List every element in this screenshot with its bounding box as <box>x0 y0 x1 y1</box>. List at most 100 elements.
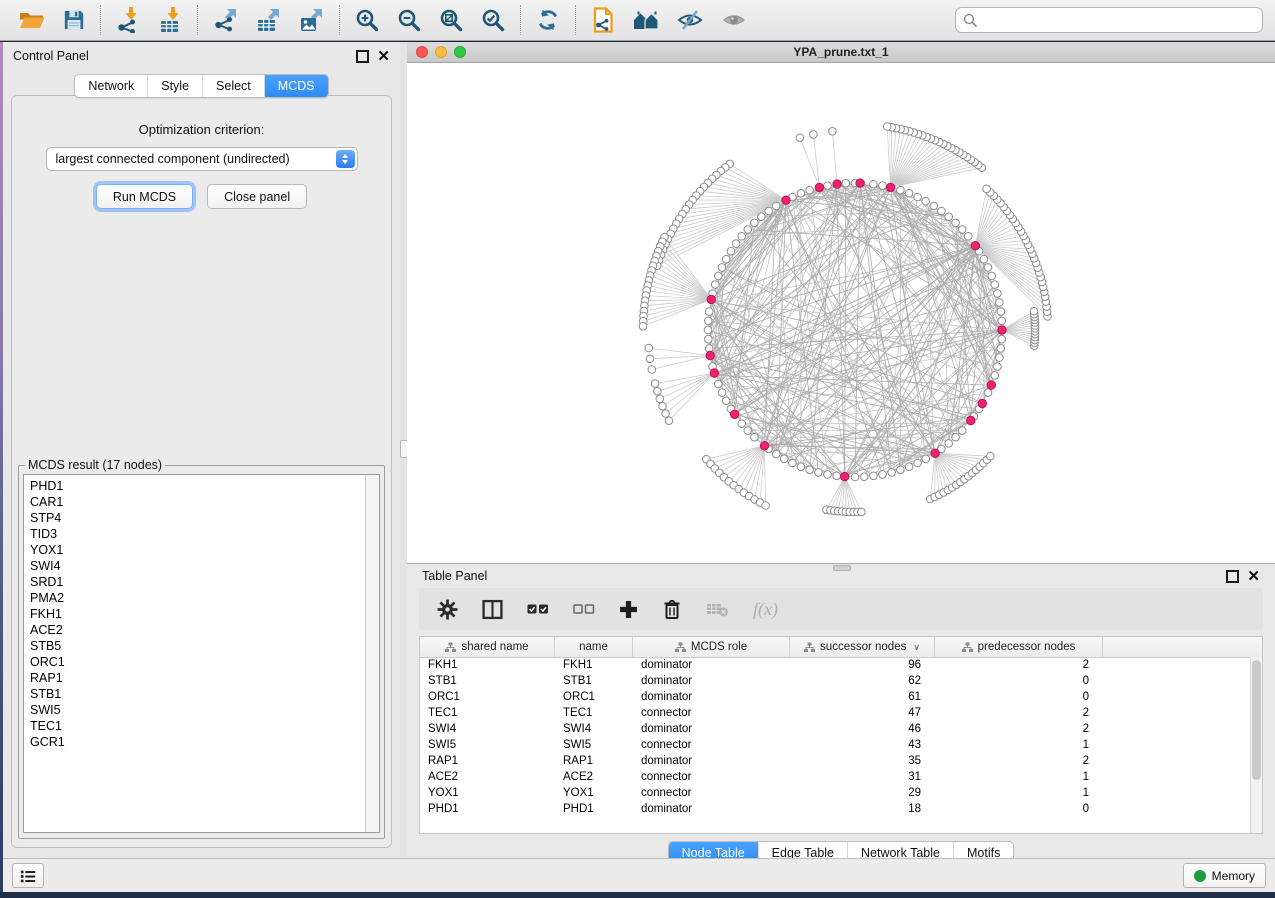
zoom-selected-button[interactable] <box>472 3 514 37</box>
result-item[interactable]: SWI4 <box>30 558 379 574</box>
delete-table-button[interactable] <box>694 601 741 618</box>
close-window-button[interactable] <box>416 46 428 58</box>
name-cell: PHD1 <box>555 803 633 815</box>
result-item[interactable]: SWI5 <box>30 702 379 718</box>
predecessor-nodes-cell: 0 <box>935 675 1103 687</box>
result-item[interactable]: FKH1 <box>30 606 379 622</box>
uncheck-all-icon <box>573 601 595 617</box>
float-panel-icon[interactable] <box>356 50 369 63</box>
save-session-button[interactable] <box>54 3 94 37</box>
successor-nodes-cell: 46 <box>790 723 935 735</box>
tab-mcds[interactable]: MCDS <box>264 75 328 97</box>
refresh-layout-button[interactable] <box>527 3 569 37</box>
result-item[interactable]: STP4 <box>30 510 379 526</box>
result-item[interactable]: CAR1 <box>30 494 379 510</box>
houses-button[interactable] <box>624 3 668 37</box>
export-image-button[interactable] <box>290 3 333 37</box>
table-row[interactable]: ACE2ACE2connector311 <box>420 769 1251 785</box>
select-all-button[interactable] <box>515 601 561 617</box>
table-row[interactable]: SWI4SWI4dominator462 <box>420 721 1251 737</box>
delete-table-icon <box>706 601 729 618</box>
shared-name-cell: YOX1 <box>420 787 555 799</box>
result-item[interactable]: PHD1 <box>30 478 379 494</box>
table-row[interactable]: TEC1TEC1connector472 <box>420 705 1251 721</box>
result-item[interactable]: GCR1 <box>30 734 379 750</box>
maximize-window-button[interactable] <box>454 46 466 58</box>
column-header-shared-name[interactable]: shared name <box>420 637 555 657</box>
table-row[interactable]: YOX1YOX1connector291 <box>420 785 1251 801</box>
result-item[interactable]: STB5 <box>30 638 379 654</box>
search-box[interactable] <box>955 7 1263 33</box>
result-item[interactable]: STB1 <box>30 686 379 702</box>
table-settings-button[interactable] <box>425 599 470 620</box>
export-network-button[interactable] <box>204 3 247 37</box>
network-canvas[interactable] <box>407 63 1275 563</box>
show-columns-button[interactable] <box>470 599 515 620</box>
table-row[interactable]: RAP1RAP1dominator352 <box>420 753 1251 769</box>
result-item[interactable]: PMA2 <box>30 590 379 606</box>
result-item[interactable]: SRD1 <box>30 574 379 590</box>
result-item[interactable]: YOX1 <box>30 542 379 558</box>
table-row[interactable]: ORC1ORC1dominator610 <box>420 689 1251 705</box>
hide-graphics-button[interactable] <box>668 3 712 37</box>
table-scrollbar[interactable] <box>1250 657 1262 833</box>
column-header-name[interactable]: name <box>555 637 633 657</box>
run-mcds-button[interactable]: Run MCDS <box>96 184 193 209</box>
shared-name-cell: PHD1 <box>420 803 555 815</box>
close-control-panel-icon[interactable]: ✕ <box>377 49 390 64</box>
column-header-mcds-role[interactable]: MCDS role <box>633 637 790 657</box>
predecessor-nodes-cell: 2 <box>935 707 1103 719</box>
name-cell: RAP1 <box>555 755 633 767</box>
table-row[interactable]: FKH1FKH1dominator962 <box>420 657 1251 673</box>
table-row[interactable]: SWI5SWI5connector431 <box>420 737 1251 753</box>
memory-button[interactable]: Memory <box>1183 863 1266 888</box>
shared-name-cell: SWI4 <box>420 723 555 735</box>
search-input[interactable] <box>981 12 1255 28</box>
zoom-in-button[interactable] <box>346 3 388 37</box>
table-panel-title: Table Panel <box>422 569 487 583</box>
result-item[interactable]: ACE2 <box>30 622 379 638</box>
column-header-predecessor-nodes[interactable]: predecessor nodes <box>935 637 1103 657</box>
tab-style[interactable]: Style <box>147 75 202 97</box>
zoom-fit-button[interactable] <box>430 3 472 37</box>
table-row[interactable]: STB1STB1dominator620 <box>420 673 1251 689</box>
export-table-icon <box>256 8 281 33</box>
import-table-button[interactable] <box>149 3 191 37</box>
column-header-successor-nodes[interactable]: successor nodes∨ <box>790 637 935 657</box>
tab-select[interactable]: Select <box>202 75 264 97</box>
result-list-scrollbar[interactable] <box>365 475 379 832</box>
close-table-panel-icon[interactable]: ✕ <box>1247 569 1260 584</box>
delete-column-button[interactable] <box>650 599 694 620</box>
function-builder-button[interactable]: f(x) <box>741 599 790 620</box>
network-window-titlebar[interactable]: YPA_prune.txt_1 <box>407 42 1275 63</box>
task-history-button[interactable] <box>12 863 44 888</box>
float-table-panel-icon[interactable] <box>1226 570 1239 583</box>
zoom-out-icon <box>397 8 421 32</box>
result-item[interactable]: TEC1 <box>30 718 379 734</box>
horizontal-splitter-grip[interactable] <box>833 565 851 571</box>
successor-nodes-cell: 31 <box>790 771 935 783</box>
export-table-button[interactable] <box>247 3 290 37</box>
result-item[interactable]: RAP1 <box>30 670 379 686</box>
successor-nodes-cell: 96 <box>790 659 935 671</box>
zoom-out-button[interactable] <box>388 3 430 37</box>
criterion-dropdown[interactable]: largest connected component (undirected) <box>46 147 358 171</box>
import-network-button[interactable] <box>107 3 149 37</box>
minimize-window-button[interactable] <box>435 46 447 58</box>
attribute-icon <box>804 642 815 653</box>
predecessor-nodes-cell: 2 <box>935 659 1103 671</box>
table-scrollbar-thumb[interactable] <box>1252 660 1261 780</box>
clipboard-network-button[interactable] <box>582 3 624 37</box>
show-graphics-button[interactable] <box>712 3 756 37</box>
mcds-role-cell: dominator <box>633 675 790 687</box>
open-session-button[interactable] <box>10 3 54 37</box>
deselect-all-button[interactable] <box>561 601 607 617</box>
control-panel: Control Panel ✕ Network Style Select MCD… <box>3 42 400 858</box>
tab-network[interactable]: Network <box>75 75 147 97</box>
search-icon <box>963 13 977 27</box>
table-row[interactable]: PHD1PHD1dominator180 <box>420 801 1251 817</box>
result-item[interactable]: TID3 <box>30 526 379 542</box>
close-panel-button[interactable]: Close panel <box>207 184 307 209</box>
result-item[interactable]: ORC1 <box>30 654 379 670</box>
add-column-button[interactable] <box>607 600 650 619</box>
